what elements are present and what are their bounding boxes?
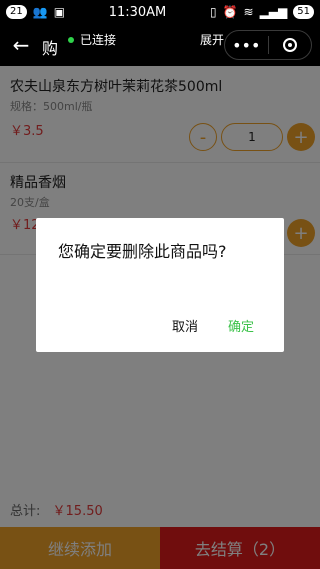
page-title: 购 — [42, 39, 59, 58]
cancel-button[interactable]: 取消 — [172, 316, 198, 335]
back-arrow-icon[interactable]: ← — [10, 33, 32, 57]
dialog-message: 您确定要删除此商品吗? — [58, 242, 227, 261]
mini-program-capsule: ••• — [224, 30, 312, 60]
close-program-button[interactable] — [269, 38, 312, 52]
alarm-icon: ⏰ — [222, 5, 238, 19]
connection-label: 已连接 — [80, 33, 117, 47]
connection-dot-icon — [68, 36, 74, 43]
gallery-icon: ▣ — [53, 5, 66, 19]
battery-level: 51 — [293, 5, 314, 19]
expand-button[interactable]: 展开 — [200, 31, 224, 48]
status-right: ▯ ⏰ ≋ ▂▄▆ 51 — [210, 5, 314, 19]
title-bar: ← 购 已连接 展开 ••• — [0, 24, 320, 66]
status-time: 11:30AM — [108, 4, 167, 20]
vibrate-icon: ▯ — [209, 5, 217, 19]
notification-count-badge: 21 — [6, 5, 27, 19]
delete-confirm-dialog: 您确定要删除此商品吗? 取消 确定 — [36, 218, 284, 352]
connection-status: 已连接 — [68, 31, 116, 48]
signal-icon: ▂▄▆ — [259, 5, 288, 19]
wifi-icon: ≋ — [243, 5, 254, 19]
status-bar: 21 👥 ▣ 11:30AM ▯ ⏰ ≋ ▂▄▆ 51 — [0, 0, 320, 24]
target-circle-icon — [282, 38, 297, 52]
more-menu-icon[interactable]: ••• — [225, 36, 268, 55]
contacts-icon: 👥 — [32, 5, 48, 19]
status-left: 21 👥 ▣ — [6, 5, 65, 19]
confirm-button[interactable]: 确定 — [228, 316, 254, 335]
